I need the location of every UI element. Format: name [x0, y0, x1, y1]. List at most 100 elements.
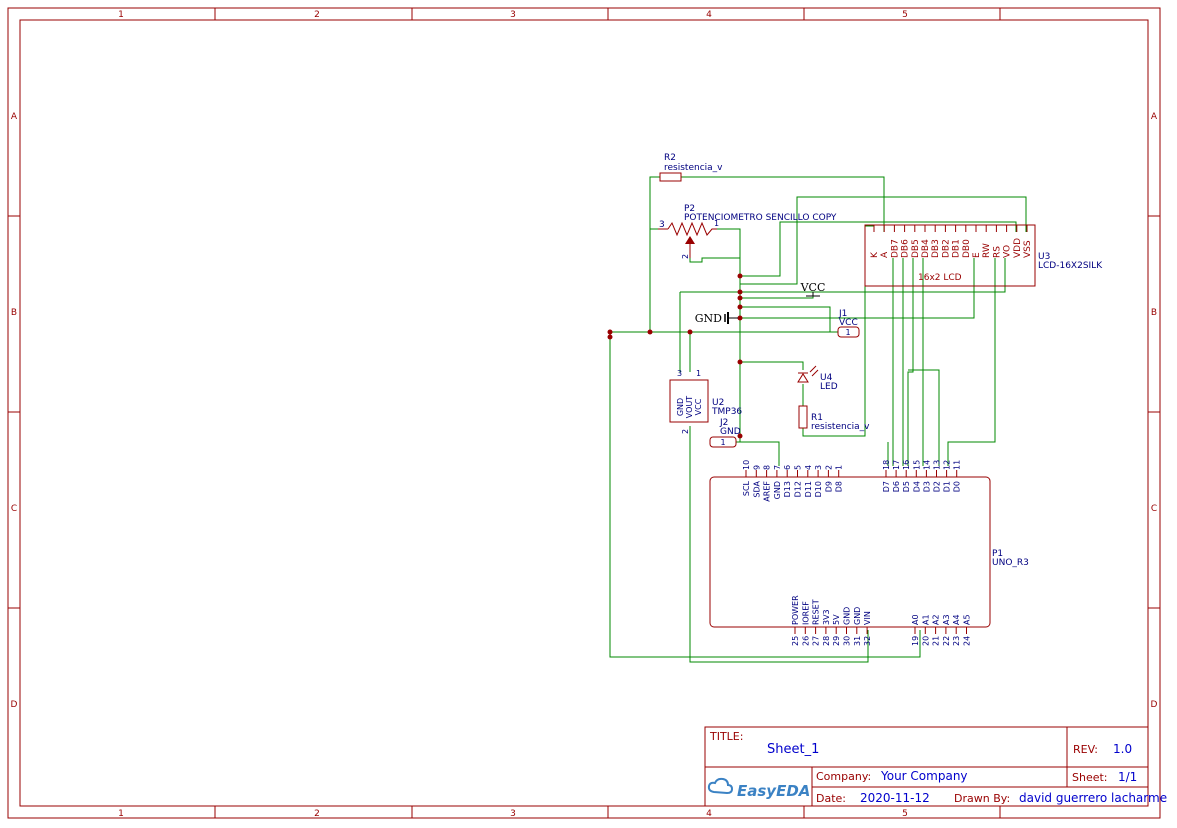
easyeda-logo-icon: EasyEDA [707, 777, 810, 800]
lcd-pin-label: VDD [1013, 238, 1023, 258]
p2-pin1: 1 [714, 219, 719, 228]
lcd-label: 16x2 LCD [918, 273, 962, 283]
frame-row-labels: A B C D A B C D [11, 112, 1158, 710]
uno-pin-number: 21 [932, 636, 941, 646]
lcd-u3[interactable]: K A DB7 DB6 DB5 DB4 DB3 DB2 DB1 DB0 E RW RS VO VDD VSS … [864, 224, 1103, 287]
uno-pin-name: AREF [763, 481, 772, 502]
uno-pin-number: 10 [742, 460, 751, 470]
uno-pin-number: 22 [942, 636, 951, 646]
potentiometer-p2[interactable]: P2 POTENCIOMETRO SENCILLO COPY 3 1 2 [658, 204, 837, 259]
resistor-r1[interactable]: R1 resistencia_v [798, 405, 870, 432]
uno-pin-name: D0 [953, 481, 962, 492]
uno-pin-number: 32 [863, 636, 872, 646]
uno-pin-number: 5 [794, 465, 803, 470]
u2-pin-num: 2 [681, 429, 690, 434]
row-label-left: A [11, 112, 18, 122]
lcd-pin-label: K [870, 251, 880, 258]
u4-value: LED [820, 382, 838, 392]
title-block: TITLE: Sheet_1 REV: 1.0 Company: Your Co… [704, 726, 1167, 807]
u2-pin-name: VOUT [685, 396, 694, 418]
rev-value: 1.0 [1113, 742, 1132, 756]
u3-value: LCD-16X2SILK [1038, 261, 1103, 271]
col-label-top: 3 [510, 10, 516, 20]
uno-pin-name: SCL [742, 480, 751, 496]
p1-value: UNO_R3 [992, 558, 1029, 568]
lcd-pin-label: DB4 [921, 239, 931, 258]
sensor-u2[interactable]: GND VOUT VCC 3 1 2 U2 TMP36 [669, 369, 742, 434]
inner-frame [19, 19, 1149, 807]
lcd-pin-label: RS [992, 246, 1002, 258]
uno-pin-number: 19 [911, 636, 920, 646]
u2-pin-name: GND [676, 398, 685, 416]
drawn-value: david guerrero lacharme [1019, 791, 1167, 805]
sheet-label: Sheet: [1072, 771, 1108, 784]
u2-value: TMP36 [711, 407, 742, 417]
uno-pin-number: 12 [943, 460, 952, 470]
vcc-power-flag[interactable]: VCC [800, 281, 826, 297]
p2-pin3: 3 [659, 220, 665, 230]
uno-pin-number: 9 [752, 465, 761, 470]
uno-pin-name: D3 [922, 481, 931, 492]
sheet-value: 1/1 [1118, 770, 1137, 784]
company-label: Company: [816, 770, 871, 783]
uno-pin-number: 17 [892, 460, 901, 470]
connector-j1[interactable]: 1 J1 VCC [837, 309, 860, 338]
lcd-pin-label: VO [1003, 245, 1013, 258]
col-label-bottom: 2 [314, 809, 320, 819]
arduino-p1[interactable]: 10SCL9SDA8AREF7GND6D135D124D113D102D91D8… [709, 460, 1029, 646]
uno-pin-number: 6 [783, 465, 792, 470]
uno-pin-name: 3V3 [822, 609, 831, 625]
r2-ref: R2 [664, 153, 676, 163]
uno-pin-name: D6 [892, 481, 901, 492]
col-label-bottom: 4 [706, 809, 712, 819]
uno-pin-number: 28 [822, 636, 831, 646]
easyeda-logo-text: EasyEDA [737, 782, 810, 800]
uno-pin-number: 1 [835, 465, 844, 470]
uno-pin-name: D1 [943, 481, 952, 492]
uno-pin-name: D7 [882, 481, 891, 492]
row-label-left: D [11, 700, 18, 710]
uno-pin-number: 11 [953, 460, 962, 470]
u2-pin-num: 1 [696, 369, 701, 378]
uno-pin-name: D8 [835, 481, 844, 492]
p2-value: POTENCIOMETRO SENCILLO COPY [684, 213, 837, 223]
uno-pin-number: 16 [902, 460, 911, 470]
lcd-pin-label: DB6 [901, 239, 911, 258]
j2-pin: 1 [720, 438, 725, 447]
j1-value: VCC [839, 318, 858, 328]
uno-pin-name: D13 [783, 481, 792, 497]
col-label-top: 4 [706, 10, 712, 20]
uno-pin-number: 27 [812, 636, 821, 646]
led-u4[interactable]: U4 LED [797, 365, 838, 392]
row-label-left: C [11, 504, 17, 514]
uno-pin-number: 15 [912, 460, 921, 470]
company-value: Your Company [880, 769, 968, 783]
row-label-right: B [1151, 308, 1157, 318]
col-label-bottom: 5 [902, 809, 908, 819]
uno-pin-name: D5 [902, 481, 911, 492]
frame-column-labels: 1 2 3 4 5 1 2 3 4 5 [118, 10, 908, 819]
uno-pin-number: 30 [843, 636, 852, 646]
uno-pin-name: A1 [921, 614, 930, 625]
lcd-pin-label: DB3 [931, 239, 941, 258]
uno-pin-number: 31 [853, 636, 862, 646]
j1-pin: 1 [845, 328, 850, 337]
row-label-right: A [1151, 112, 1158, 122]
uno-pin-number: 18 [882, 460, 891, 470]
date-label: Date: [816, 792, 846, 805]
uno-pin-name: GND [843, 607, 852, 625]
uno-pin-name: POWER [791, 595, 800, 625]
uno-pin-name: RESET [812, 599, 821, 625]
uno-pin-name: A3 [942, 614, 951, 625]
connector-j2[interactable]: 1 J2 GND [709, 418, 741, 448]
r2-value: resistencia_v [664, 163, 723, 173]
r1-value: resistencia_v [811, 422, 870, 432]
drawn-label: Drawn By: [954, 792, 1010, 805]
gnd-power-flag[interactable]: GND [695, 312, 738, 325]
uno-pin-name: GND [853, 607, 862, 625]
lcd-pin-label: DB5 [911, 239, 921, 258]
rev-label: REV: [1073, 743, 1098, 756]
lcd-pin-label: DB0 [962, 239, 972, 258]
uno-pin-name: D11 [804, 481, 813, 497]
uno-pin-labels: 10SCL9SDA8AREF7GND6D135D124D113D102D91D8… [742, 460, 972, 646]
